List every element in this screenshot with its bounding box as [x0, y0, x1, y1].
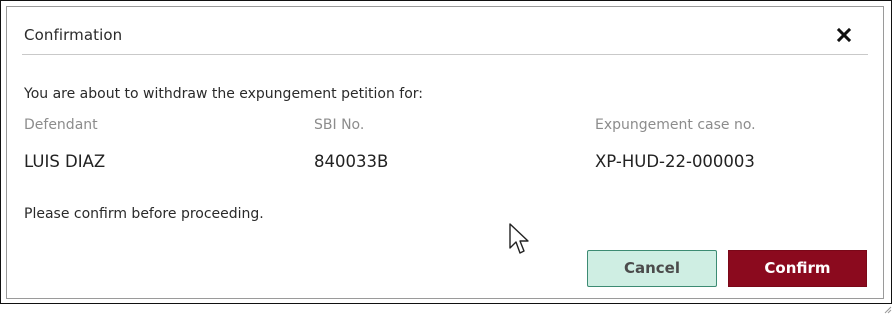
sbi-no-label: SBI No. — [314, 117, 365, 133]
case-no-value: XP-HUD-22-000003 — [595, 152, 755, 171]
defendant-label: Defendant — [24, 117, 98, 133]
confirm-note: Please confirm before proceeding. — [24, 206, 264, 222]
dialog-title: Confirmation — [24, 26, 123, 44]
mouse-pointer-icon — [508, 222, 530, 258]
case-no-label: Expungement case no. — [595, 117, 756, 133]
defendant-value: LUIS DIAZ — [24, 152, 106, 171]
cancel-button[interactable]: Cancel — [587, 250, 717, 287]
dialog-panel: Confirmation You are about to withdraw t… — [6, 6, 892, 314]
confirmation-dialog: Confirmation You are about to withdraw t… — [0, 0, 892, 314]
header-divider — [22, 54, 868, 55]
sbi-no-value: 840033B — [314, 152, 389, 171]
close-icon[interactable] — [833, 23, 855, 45]
dialog-header: Confirmation — [7, 7, 883, 54]
intro-text: You are about to withdraw the expungemen… — [24, 86, 423, 102]
confirm-button[interactable]: Confirm — [728, 250, 867, 287]
resize-grip-icon[interactable] — [884, 299, 892, 314]
